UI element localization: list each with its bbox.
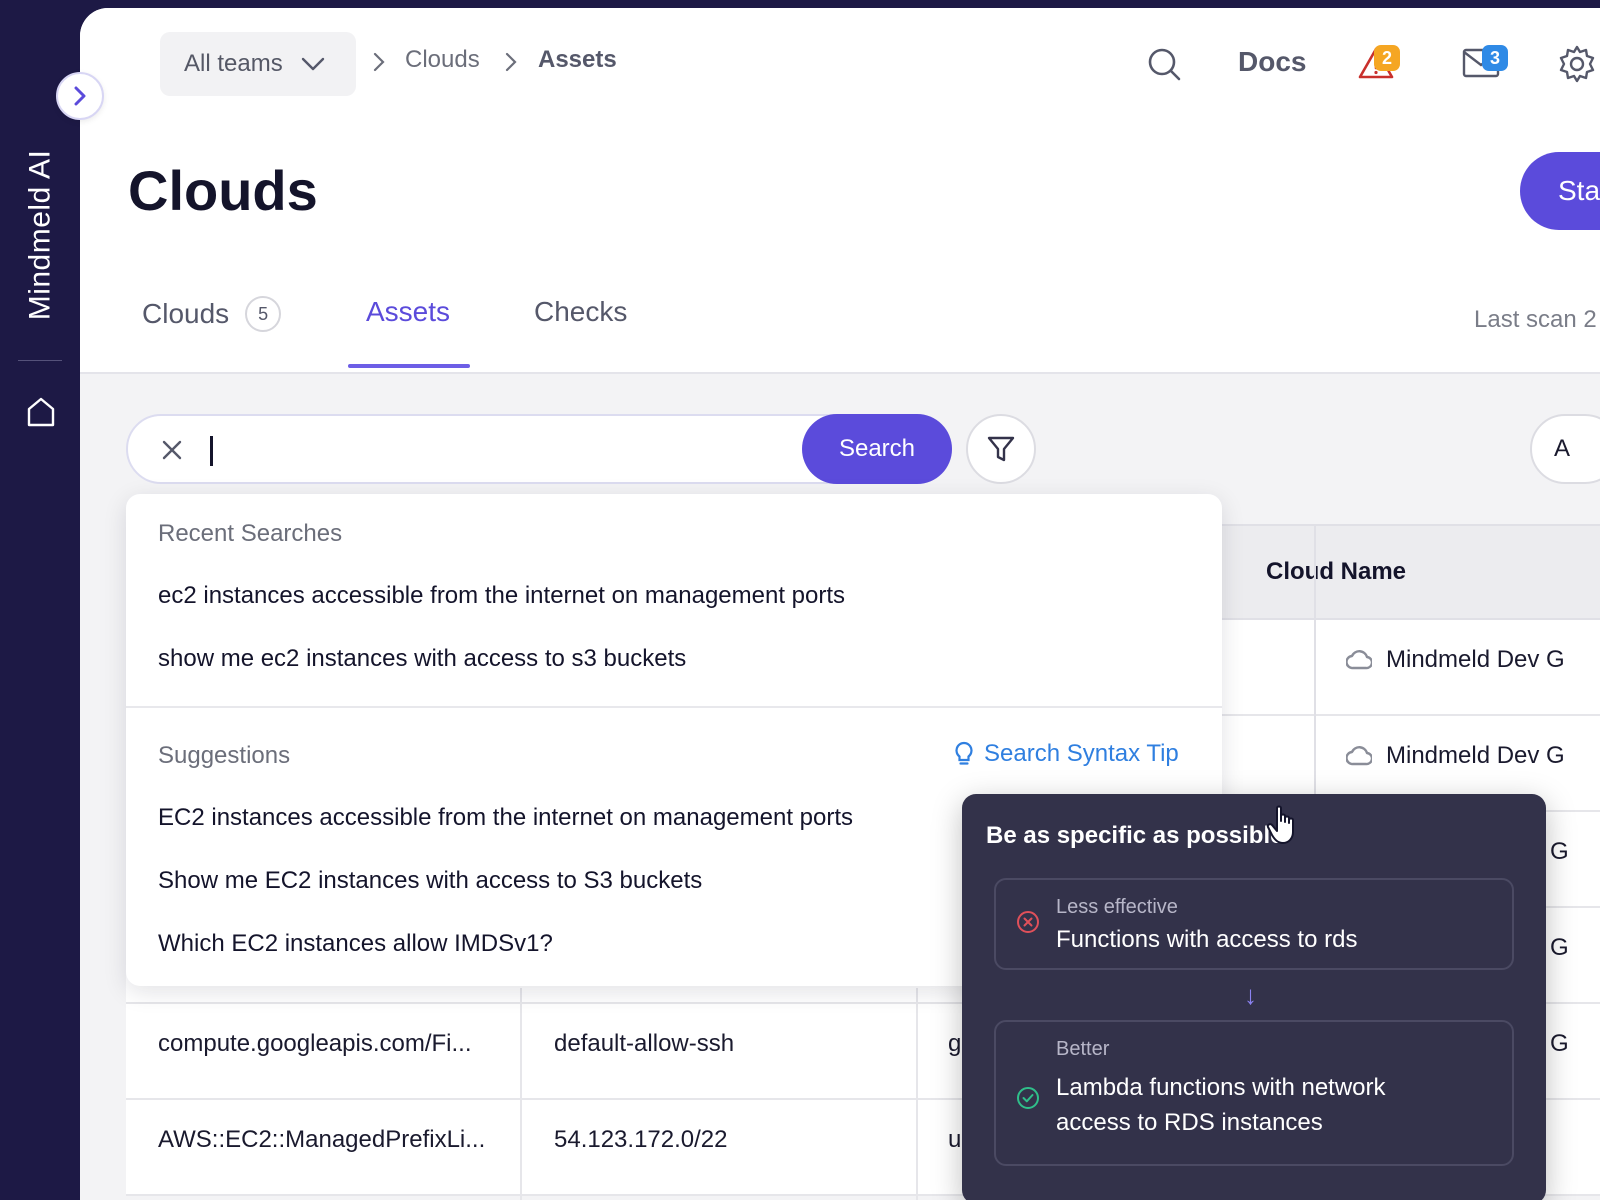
start-button-label: Sta: [1558, 175, 1600, 206]
less-effective-label: Less effective: [1056, 896, 1178, 918]
docs-link[interactable]: Docs: [1238, 46, 1306, 78]
home-icon[interactable]: [26, 396, 56, 428]
search-syntax-tip-label: Search Syntax Tip: [984, 740, 1179, 767]
chevron-down-icon: [301, 57, 324, 71]
messages-count-badge: 3: [1482, 45, 1508, 71]
text-cursor: [210, 436, 213, 466]
close-icon[interactable]: [160, 438, 184, 462]
search-button[interactable]: Search: [802, 414, 952, 484]
asset-name-cell: default-allow-ssh: [554, 1030, 735, 1057]
brand-name: Mindmeld AI: [23, 149, 57, 321]
asset-name-cell: 54.123.172.0/22: [554, 1126, 728, 1153]
search-button-label: Search: [838, 435, 916, 462]
cloud-icon: [1346, 650, 1372, 670]
suggestions-label: Suggestions: [158, 742, 291, 769]
recent-search-item[interactable]: show me ec2 instances with access to s3 …: [158, 645, 686, 673]
sidebar-divider: [18, 360, 62, 361]
better-label: Better: [1056, 1038, 1110, 1060]
team-select-value: All teams: [184, 50, 283, 77]
column-divider: [520, 988, 522, 1200]
recent-searches-label: Recent Searches: [158, 520, 343, 547]
tooltip-title: Be as specific as possible: [986, 822, 1284, 849]
tab-checks-label: Checks: [534, 296, 628, 327]
tab-checks[interactable]: Checks: [534, 296, 627, 328]
expand-sidebar-button[interactable]: [56, 72, 104, 120]
secondary-action-label: A: [1554, 435, 1571, 462]
search-syntax-tip-link[interactable]: Search Syntax Tip: [954, 740, 1179, 768]
tab-assets-label: Assets: [366, 296, 451, 327]
page-title: Clouds: [128, 159, 318, 222]
suggestion-item[interactable]: EC2 instances accessible from the intern…: [158, 804, 853, 832]
cloud-name-text: Mindmeld Dev G: [1386, 646, 1565, 673]
asset-type-cell: g: [948, 1030, 962, 1057]
start-button[interactable]: Sta: [1520, 152, 1600, 230]
header-area: All teams Clouds Assets Docs 2 3 Clouds …: [80, 8, 1600, 374]
search-icon[interactable]: [1146, 46, 1182, 82]
tab-clouds[interactable]: Clouds 5: [142, 296, 282, 332]
breadcrumb-chevron-icon: [373, 52, 385, 72]
suggestion-item[interactable]: Show me EC2 instances with access to S3 …: [158, 867, 702, 895]
last-scan-text: Last scan 2: [1474, 306, 1597, 333]
tab-clouds-label: Clouds: [142, 298, 230, 329]
recent-search-item[interactable]: ec2 instances accessible from the intern…: [158, 582, 845, 610]
tab-clouds-count: 5: [245, 296, 282, 332]
alerts-count-badge: 2: [1374, 45, 1400, 71]
active-tab-indicator: [348, 364, 470, 368]
cloud-icon: [1346, 746, 1372, 766]
team-select[interactable]: All teams: [160, 32, 356, 96]
secondary-action-button[interactable]: A: [1530, 414, 1600, 484]
chevron-right-icon: [74, 86, 86, 106]
search-syntax-tooltip: Be as specific as possible Less effectiv…: [962, 794, 1546, 1200]
asset-id-cell: AWS::EC2::ManagedPrefixLi...: [158, 1126, 486, 1153]
asset-id-cell: compute.googleapis.com/Fi...: [158, 1030, 472, 1057]
cloud-name-cell: Mindmeld Dev G: [1346, 742, 1565, 770]
breadcrumb-chevron-icon: [505, 52, 517, 72]
gear-icon[interactable]: [1558, 45, 1596, 83]
column-header-cloud-name[interactable]: Cloud Name: [1266, 558, 1406, 586]
hand-pointer-icon: [1266, 805, 1294, 844]
better-text-line: access to RDS instances: [1056, 1109, 1323, 1136]
check-circle-icon: [1017, 1087, 1039, 1109]
main-panel: All teams Clouds Assets Docs 2 3 Clouds …: [80, 8, 1600, 1200]
cloud-name-text: G: [1550, 934, 1569, 961]
brand-logo[interactable]: Mindmeld AI: [20, 140, 60, 330]
breadcrumb-clouds[interactable]: Clouds: [405, 46, 480, 74]
sidebar: Mindmeld AI: [0, 0, 80, 1200]
less-effective-text: Functions with access to rds: [1056, 926, 1358, 953]
asset-type-cell: u: [948, 1126, 962, 1153]
dropdown-divider: [126, 706, 1222, 708]
cloud-name-text: G: [1550, 1030, 1569, 1057]
breadcrumb-assets: Assets: [538, 46, 617, 73]
cloud-name-text: Mindmeld Dev G: [1386, 742, 1565, 769]
lightbulb-icon: [955, 741, 973, 765]
cloud-name-cell: Mindmeld Dev G: [1346, 646, 1565, 674]
tab-assets[interactable]: Assets: [366, 296, 450, 328]
cloud-name-text: G: [1550, 838, 1569, 865]
arrow-down-icon: ↓: [1244, 980, 1257, 1010]
error-circle-icon: [1017, 911, 1039, 933]
filter-button[interactable]: [966, 414, 1036, 484]
column-divider: [916, 988, 918, 1200]
better-text-line: Lambda functions with network: [1056, 1074, 1386, 1101]
filter-icon: [987, 436, 1015, 462]
suggestion-item[interactable]: Which EC2 instances allow IMDSv1?: [158, 930, 553, 958]
